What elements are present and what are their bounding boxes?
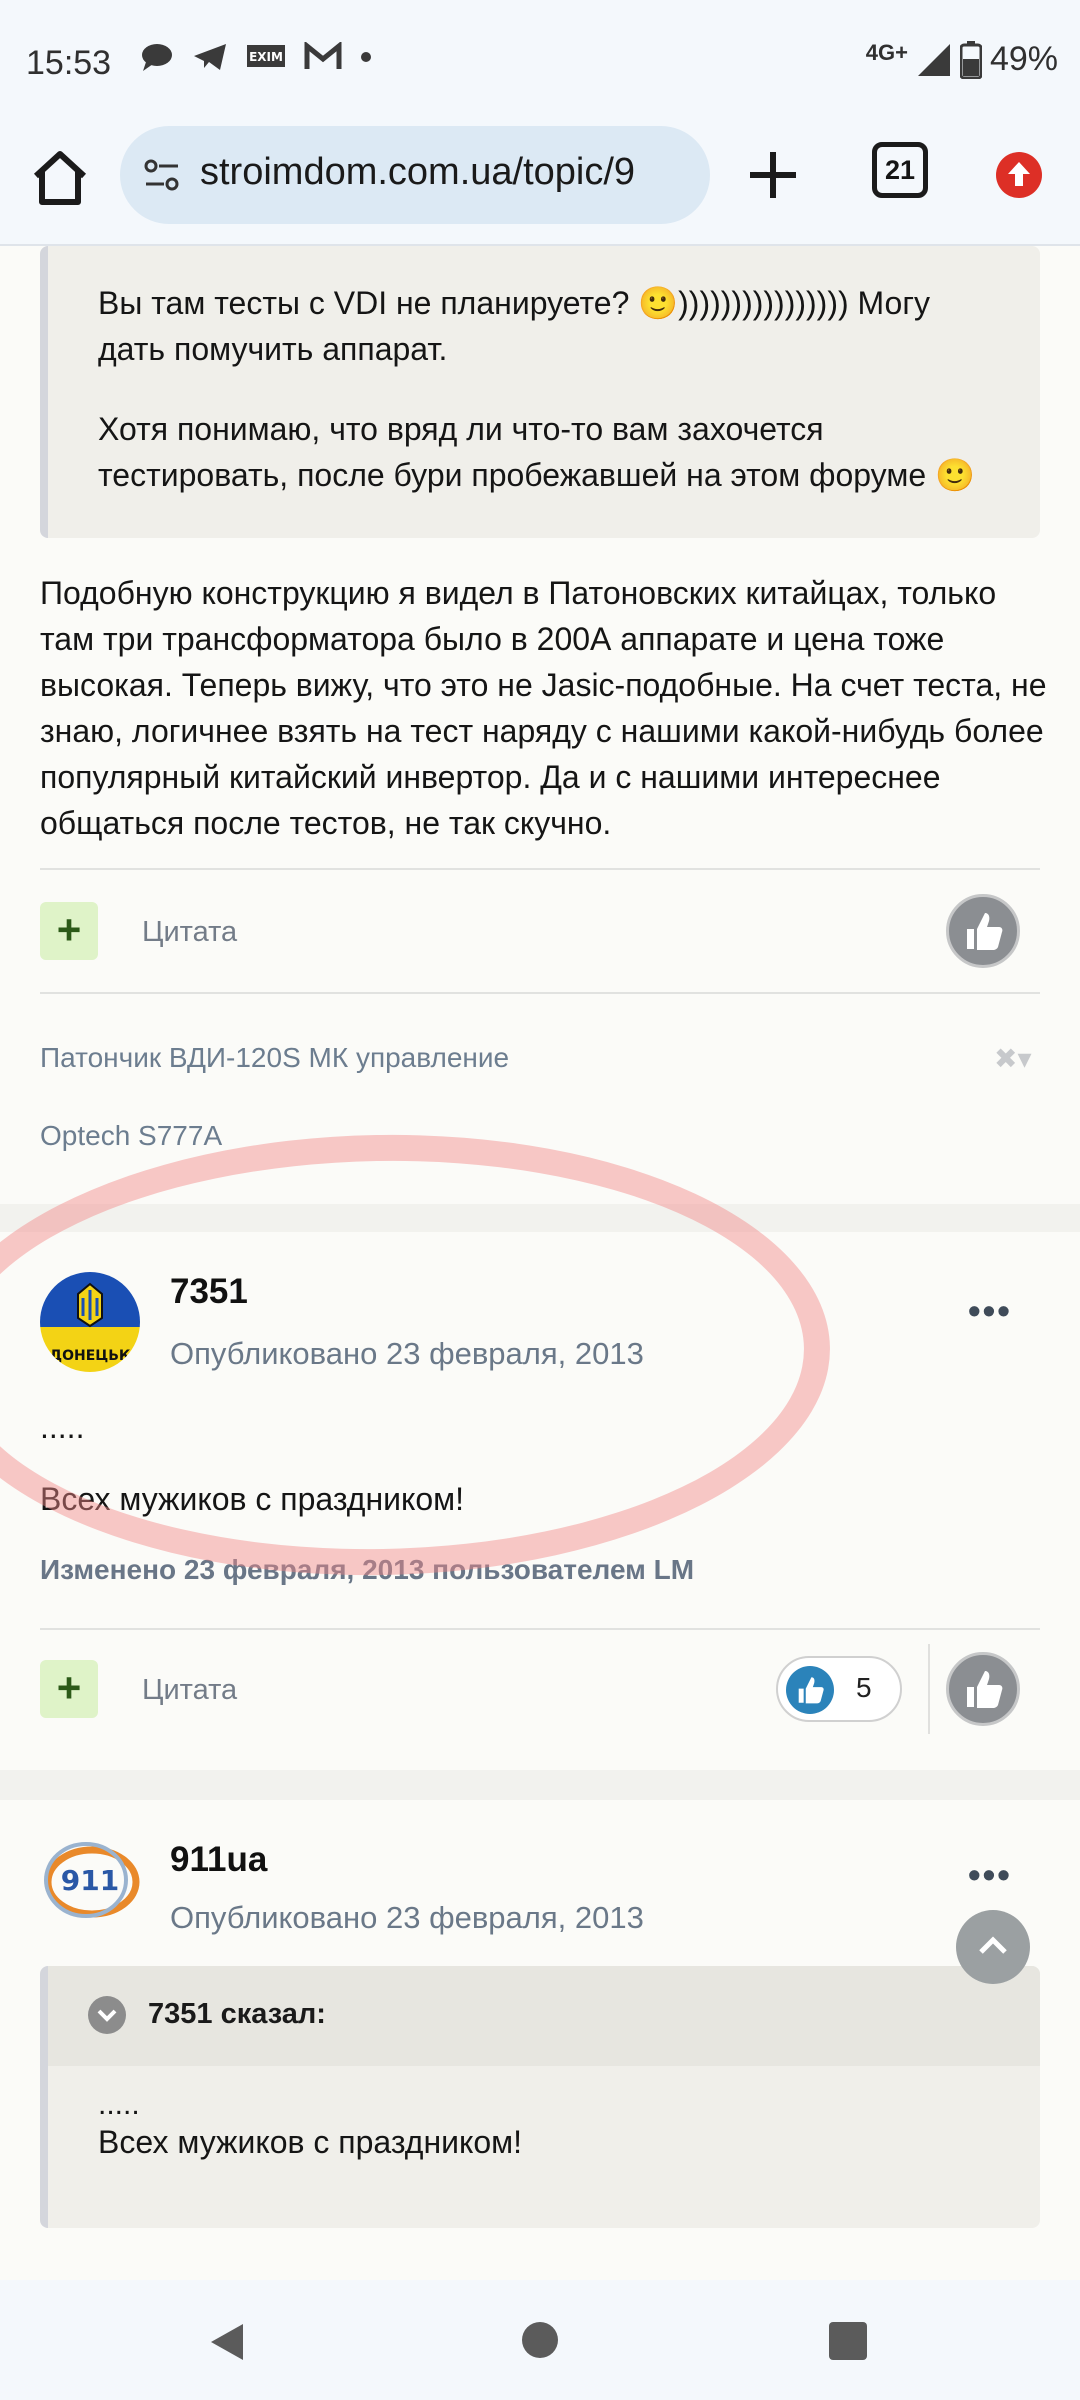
post-card: ДОНЕЦЬК 7351 Опубликовано 23 февраля, 20… (0, 1232, 1080, 1770)
author-name[interactable]: 911ua (170, 1840, 267, 1880)
site-settings-icon[interactable] (142, 156, 182, 196)
notification-icons: EXIM (140, 42, 372, 72)
reaction-count: 5 (856, 1672, 872, 1703)
back-icon[interactable] (205, 2320, 249, 2364)
thumbs-up-icon (967, 913, 1003, 950)
quote-button[interactable]: Цитата (142, 1674, 237, 1707)
post-body: Всех мужиков с праздником! (40, 1481, 465, 1517)
page-content: Вы там тесты с VDI не планируете? 🙂)))))… (0, 246, 1080, 2280)
dot-icon (361, 52, 371, 62)
svg-text:EXIM: EXIM (249, 50, 283, 64)
new-tab-icon[interactable] (744, 146, 802, 204)
post-body-dots: ..... (40, 1409, 85, 1445)
scroll-to-top-button[interactable] (956, 1910, 1030, 1984)
signal-icon (917, 43, 950, 76)
avatar[interactable]: ДОНЕЦЬК (40, 1272, 140, 1372)
signature-hide-icon[interactable]: ✖▾ (994, 1042, 1032, 1075)
exim-bank-icon: EXIM (247, 45, 285, 67)
home-nav-icon[interactable] (522, 2322, 558, 2358)
system-nav-bar (0, 2280, 1080, 2400)
vertical-divider (928, 1644, 930, 1734)
home-icon[interactable] (28, 146, 92, 210)
url-text[interactable]: stroimdom.com.ua/topic/9 (200, 151, 635, 194)
post-body: Подобную конструкцию я видел в Патоновск… (40, 575, 1047, 841)
reputation-plus-button[interactable]: + (40, 1660, 98, 1718)
battery-percent: 49% (989, 40, 1058, 78)
more-options-icon[interactable]: ••• (968, 1290, 1012, 1332)
quote-paragraph: Вы там тесты с VDI не планируете? 🙂)))))… (98, 285, 930, 367)
reaction-count-badge[interactable]: 5 (776, 1656, 902, 1722)
gmail-icon (304, 42, 342, 69)
post-date: Опубликовано 23 февраля, 2013 (170, 1900, 644, 1935)
recents-icon[interactable] (829, 2322, 867, 2360)
thumbs-up-icon (967, 1671, 1003, 1708)
status-right: 4G+ 49% (866, 40, 1058, 79)
quote-paragraph: Хотя понимаю, что вряд ли что-то вам зах… (98, 411, 975, 493)
avatar[interactable]: 911 (40, 1830, 140, 1930)
chevron-down-icon[interactable] (88, 1996, 126, 2034)
like-button[interactable] (946, 894, 1020, 968)
chevron-up-icon (979, 1936, 1007, 1954)
post-date: Опубликовано 23 февраля, 2013 (170, 1336, 644, 1371)
like-button[interactable] (946, 1652, 1020, 1726)
divider (40, 1628, 1040, 1630)
quote-author: 7351 сказал: (148, 1998, 326, 2030)
signature-line: Патончик ВДИ-120S МК управление (40, 1042, 510, 1073)
quote-header[interactable]: 7351 сказал: (48, 1966, 1040, 2066)
quote-button[interactable]: Цитата (142, 916, 237, 949)
quote-block: Вы там тесты с VDI не планируете? 🙂)))))… (40, 246, 1040, 538)
tab-switcher-button[interactable]: 21 (872, 142, 928, 198)
quote-text: Всех мужиков с праздником! (98, 2124, 523, 2160)
thumbs-up-icon (786, 1666, 834, 1714)
divider (40, 992, 1040, 994)
post-card: 911 911ua Опубликовано 23 февраля, 2013 … (0, 1800, 1080, 2280)
reputation-plus-button[interactable]: + (40, 902, 98, 960)
divider (40, 868, 1040, 870)
quote-block: 7351 сказал: ..... Всех мужиков с праздн… (40, 1966, 1040, 2228)
status-time: 15:53 (26, 44, 112, 82)
browser-toolbar: stroimdom.com.ua/topic/9 21 (0, 126, 1080, 246)
author-name[interactable]: 7351 (170, 1272, 248, 1312)
status-bar: 15:53 EXIM 4G+ 49% (0, 0, 1080, 126)
network-type: 4G+ (865, 39, 908, 65)
avatar-text: 911 (61, 1864, 119, 1897)
chat-bubble-icon (142, 44, 172, 71)
signature-line: Optech S777A (40, 1120, 223, 1151)
more-options-icon[interactable]: ••• (968, 1854, 1012, 1896)
address-bar[interactable]: stroimdom.com.ua/topic/9 (120, 126, 710, 224)
battery-icon (959, 40, 982, 79)
update-icon[interactable] (996, 152, 1042, 198)
telegram-icon (194, 44, 226, 70)
avatar-text: ДОНЕЦЬК (50, 1348, 131, 1364)
edited-note: Изменено 23 февраля, 2013 пользователем … (40, 1554, 695, 1585)
quote-dots: ..... (98, 2088, 140, 2121)
post-card: Вы там тесты с VDI не планируете? 🙂)))))… (0, 246, 1080, 1204)
